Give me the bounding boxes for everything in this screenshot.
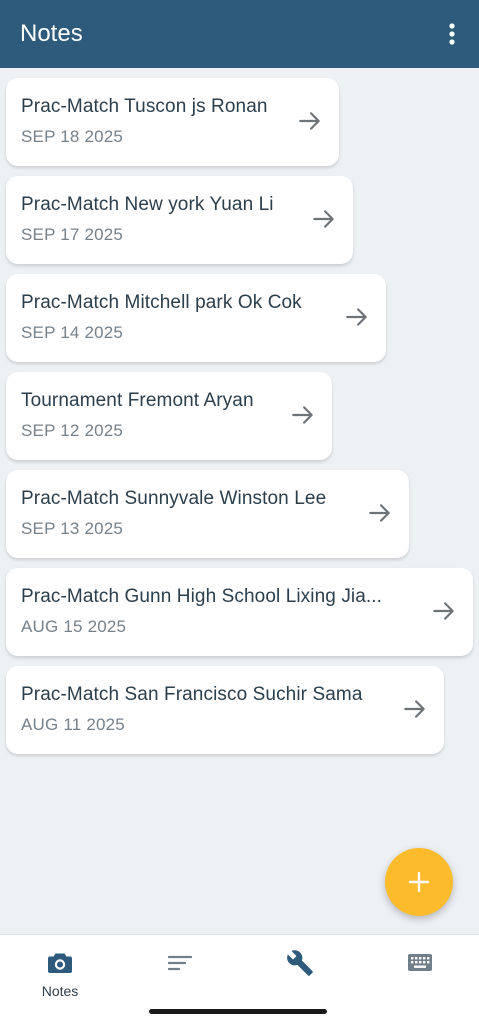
note-card[interactable]: Prac-Match New york Yuan Li SEP 17 2025 xyxy=(6,176,353,264)
note-card[interactable]: Prac-Match Sunnyvale Winston Lee SEP 13 … xyxy=(6,470,409,558)
nav-item-tools[interactable] xyxy=(240,935,360,1005)
camera-icon xyxy=(46,949,74,977)
arrow-right-icon xyxy=(404,700,425,718)
note-date: SEP 17 2025 xyxy=(21,225,124,244)
note-card[interactable]: Prac-Match Tuscon js Ronan SEP 18 2025 xyxy=(6,78,339,166)
arrow-right-icon xyxy=(433,602,454,620)
note-title: Prac-Match Sunnyvale Winston Lee xyxy=(21,488,327,509)
sort-icon xyxy=(166,949,194,977)
note-title: Prac-Match New york Yuan Li xyxy=(21,194,274,215)
arrow-right-icon xyxy=(346,308,367,326)
wrench-icon xyxy=(286,949,314,977)
page-title: Notes xyxy=(20,20,83,47)
more-options-button[interactable] xyxy=(440,22,464,46)
nav-item-sort[interactable] xyxy=(120,935,240,1005)
nav-item-keyboard[interactable] xyxy=(360,935,479,1005)
more-vert-icon xyxy=(449,23,455,45)
note-title: Prac-Match Mitchell park Ok Cok xyxy=(21,292,302,313)
note-card[interactable]: Prac-Match Gunn High School Lixing Jia..… xyxy=(6,568,473,656)
note-date: SEP 18 2025 xyxy=(21,127,124,146)
plus-icon xyxy=(408,871,430,893)
arrow-right-icon xyxy=(369,504,390,522)
note-title: Prac-Match Tuscon js Ronan xyxy=(21,96,268,117)
add-note-button[interactable] xyxy=(385,848,453,916)
nav-label-notes: Notes xyxy=(41,983,79,999)
arrow-right-icon xyxy=(292,406,313,424)
keyboard-icon xyxy=(406,949,434,977)
note-date: SEP 13 2025 xyxy=(21,519,124,538)
notes-list: Prac-Match Tuscon js Ronan SEP 18 2025 P… xyxy=(0,78,479,764)
note-date: AUG 11 2025 xyxy=(21,715,125,734)
note-date: SEP 14 2025 xyxy=(21,323,124,342)
note-title: Tournament Fremont Aryan xyxy=(21,390,254,411)
home-indicator[interactable] xyxy=(149,1009,327,1014)
note-card[interactable]: Prac-Match Mitchell park Ok Cok SEP 14 2… xyxy=(6,274,386,362)
note-card[interactable]: Prac-Match San Francisco Suchir Sama AUG… xyxy=(6,666,444,754)
note-card[interactable]: Tournament Fremont Aryan SEP 12 2025 xyxy=(6,372,332,460)
note-date: SEP 12 2025 xyxy=(21,421,124,440)
arrow-right-icon xyxy=(313,210,334,228)
app-bar: Notes xyxy=(0,0,479,68)
note-title: Prac-Match San Francisco Suchir Sama xyxy=(21,684,363,705)
nav-item-notes[interactable]: Notes xyxy=(0,935,120,1005)
arrow-right-icon xyxy=(299,112,320,130)
note-date: AUG 15 2025 xyxy=(21,617,127,636)
note-title: Prac-Match Gunn High School Lixing Jia..… xyxy=(21,586,383,607)
